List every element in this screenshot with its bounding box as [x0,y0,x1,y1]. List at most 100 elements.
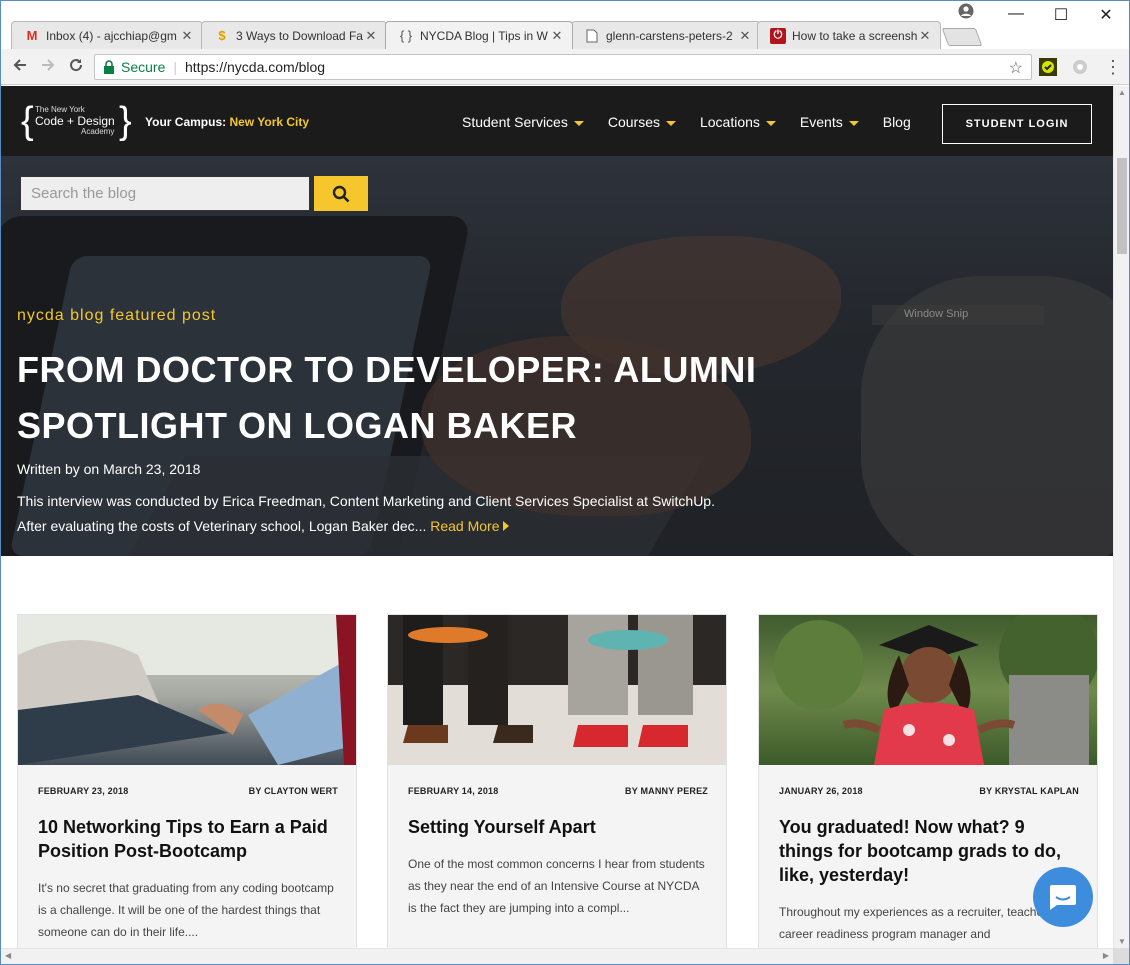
caret-down-icon [765,120,776,126]
site-header: { The New York Code + Design Academy } Y… [1,86,1113,156]
post-image-graduate[interactable] [759,615,1097,765]
bookmark-star-icon[interactable]: ☆ [1009,58,1023,78]
tab-title: glenn-carstens-peters-2 [606,28,733,43]
menu-icon[interactable]: ⋮ [1102,56,1124,78]
reload-icon [70,59,83,72]
extension-circle-icon[interactable] [1071,58,1089,76]
reload-button[interactable] [65,56,87,78]
logo-line2: Code + Design [35,114,115,128]
power-icon: ⏻ [770,27,786,44]
nav-label: Blog [882,114,911,130]
caret-down-icon [848,120,859,126]
tab-gmail[interactable]: M Inbox (4) - ajcchiap@gm ✕ [11,21,203,49]
address-bar[interactable]: Secure | https://nycda.com/blog ☆ [94,54,1032,80]
vertical-scrollbar[interactable]: ▲ ▼ [1113,86,1129,948]
main-nav: Student Services Courses Locations Event… [462,114,935,130]
arrow-left-icon [13,59,26,71]
separator: | [173,59,177,75]
nav-locations[interactable]: Locations [700,114,776,130]
featured-label: nycda blog featured post [17,307,217,324]
tab-title: NYCDA Blog | Tips in W [420,28,548,43]
scroll-left-arrow-icon[interactable]: ◀ [5,951,11,960]
nav-student-services[interactable]: Student Services [462,114,584,130]
post-author: BY CLAYTON WERT [248,786,338,796]
featured-post-title[interactable]: FROM DOCTOR TO DEVELOPER: ALUMNI SPOTLIG… [17,342,757,454]
arrow-right-icon [42,59,55,71]
post-author: BY MANNY PEREZ [625,786,708,796]
campus-label: Your Campus: [145,115,227,129]
page-viewport: { The New York Code + Design Academy } Y… [1,86,1113,948]
window-snip-overlay: Window Snip [872,305,1044,325]
site-logo[interactable]: { The New York Code + Design Academy } [21,102,133,142]
campus-selector[interactable]: Your Campus: New York City [145,115,309,129]
logo-line3: Academy [81,127,115,136]
brace-icon: } [119,100,132,142]
logo-line1: The New York [35,105,85,114]
post-excerpt: One of the most common concerns I hear f… [408,857,705,915]
nav-label: Events [799,114,843,130]
tab-screenshot[interactable]: ⏻ How to take a screensh ✕ [757,21,941,49]
featured-excerpt: This interview was conducted by Erica Fr… [17,489,737,539]
forward-button[interactable] [37,56,59,78]
maximize-button[interactable]: ☐ [1041,5,1081,25]
tab-title: How to take a screensh [792,28,918,43]
blog-search-input[interactable]: Search the blog [20,176,310,211]
post-image-shoes[interactable] [388,615,726,765]
post-title[interactable]: 10 Networking Tips to Earn a Paid Positi… [38,815,338,863]
extension-check-icon[interactable] [1039,58,1057,76]
close-icon[interactable]: ✕ [738,28,752,44]
scroll-right-arrow-icon[interactable]: ▶ [1103,951,1109,960]
chat-launcher-button[interactable] [1033,867,1093,927]
horizontal-scrollbar[interactable]: ◀ ▶ [1,948,1113,964]
post-meta: FEBRUARY 14, 2018 BY MANNY PEREZ [408,786,708,796]
secure-label: Secure [121,59,166,75]
close-icon[interactable]: ✕ [364,28,378,44]
featured-post-hero: Window Snip Search the blog nycda blog f… [1,156,1113,556]
nav-blog[interactable]: Blog [883,114,911,130]
close-icon[interactable]: ✕ [918,28,932,44]
student-login-button[interactable]: STUDENT LOGIN [942,104,1092,144]
tab-strip: M Inbox (4) - ajcchiap@gm ✕ $ 3 Ways to … [1,1,1129,49]
new-tab-button[interactable] [941,28,983,46]
browser-toolbar: Secure | https://nycda.com/blog ☆ ⋮ [1,49,1129,85]
back-button[interactable] [9,56,31,78]
minimize-button[interactable]: — [996,5,1036,23]
post-meta: FEBRUARY 23, 2018 BY CLAYTON WERT [38,786,338,796]
tab-nycda-blog[interactable]: { } NYCDA Blog | Tips in W ✕ [385,21,573,49]
read-more-link[interactable]: Read More [430,518,509,534]
browser-window: M Inbox (4) - ajcchiap@gm ✕ $ 3 Ways to … [0,0,1130,965]
tab-image[interactable]: glenn-carstens-peters-2 ✕ [571,21,761,49]
brace-icon: { [21,100,34,142]
document-icon [584,28,600,44]
post-title[interactable]: You graduated! Now what? 9 things for bo… [779,815,1079,887]
nav-courses[interactable]: Courses [608,114,676,130]
post-title[interactable]: Setting Yourself Apart [408,815,708,839]
chat-icon [1050,885,1076,910]
nav-label: Student Services [462,114,568,130]
profile-icon[interactable] [958,3,974,19]
nav-label: Courses [607,114,660,130]
close-window-button[interactable]: ✕ [1086,5,1126,25]
scroll-down-arrow-icon[interactable]: ▼ [1114,937,1129,946]
caret-down-icon [665,120,676,126]
scrollbar-corner [1113,948,1129,964]
scrollbar-thumb[interactable] [1117,158,1127,254]
gmail-icon: M [26,28,38,43]
tab-download[interactable]: $ 3 Ways to Download Fa ✕ [201,21,387,49]
post-image-handshake[interactable] [18,615,356,765]
campus-city: New York City [229,115,310,129]
post-excerpt: It's no secret that graduating from any … [38,881,334,939]
post-meta: JANUARY 26, 2018 BY KRYSTAL KAPLAN [779,786,1079,796]
read-more-label: Read More [430,518,500,534]
scroll-up-arrow-icon[interactable]: ▲ [1114,88,1129,97]
close-icon[interactable]: ✕ [550,28,564,44]
braces-icon: { } [399,28,413,43]
search-icon [332,185,350,203]
excerpt-text: This interview was conducted by Erica Fr… [17,493,715,534]
caret-down-icon [573,120,584,126]
post-card[interactable]: FEBRUARY 23, 2018 BY CLAYTON WERT 10 Net… [17,614,357,948]
post-card[interactable]: FEBRUARY 14, 2018 BY MANNY PEREZ Setting… [387,614,727,948]
close-icon[interactable]: ✕ [180,28,194,44]
nav-events[interactable]: Events [800,114,859,130]
search-button[interactable] [314,176,368,211]
